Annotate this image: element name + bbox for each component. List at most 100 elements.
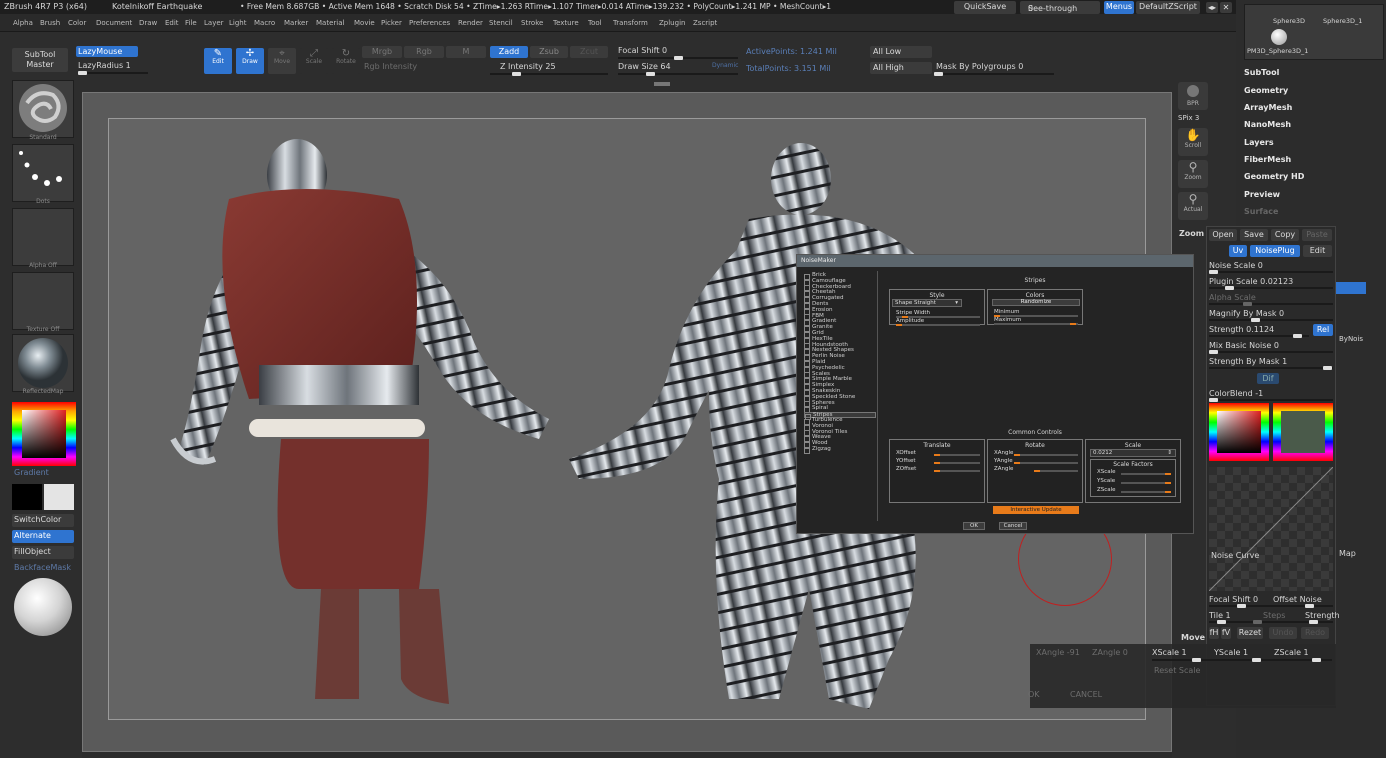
move-mode-button[interactable]: ⌖ Move [268,48,296,74]
redo-button[interactable]: Redo [1301,627,1329,639]
subtool-master-button[interactable]: SubTool Master [12,48,68,72]
menu-transform[interactable]: Transform [613,19,648,27]
offset-noise-slider[interactable]: Offset Noise [1273,595,1322,604]
menu-stroke[interactable]: Stroke [521,19,543,27]
uv-button[interactable]: Uv [1229,245,1247,257]
zoffset-slider[interactable] [934,470,980,472]
mix-basic-noise-track[interactable] [1209,350,1333,354]
lazyradius-slider[interactable]: LazyRadius 1 [78,61,131,70]
copy-button[interactable]: Copy [1271,229,1299,241]
menu-color[interactable]: Color [68,19,86,27]
curve-focal-shift-slider[interactable]: Focal Shift 0 [1209,595,1258,604]
preview-section[interactable]: Preview [1244,190,1280,199]
xangle-slider[interactable]: XAngle -91 [1036,648,1080,657]
menu-brush[interactable]: Brush [40,19,60,27]
bottom-cancel-button[interactable]: CANCEL [1070,690,1102,699]
xscale-slider[interactable] [1121,473,1171,475]
menu-zscript[interactable]: Zscript [693,19,717,27]
noiseplug-button[interactable]: NoisePlug [1250,245,1300,257]
noise-color-square[interactable] [1217,411,1261,453]
switchcolor-button[interactable]: SwitchColor [12,514,74,527]
yscale-slider[interactable]: YScale 1 [1214,648,1248,657]
draw-size-slider[interactable]: Draw Size 64 [618,62,671,71]
randomize-button[interactable]: Randomize [992,299,1080,306]
menu-movie[interactable]: Movie [354,19,375,27]
alternate-button[interactable]: Alternate [12,530,74,543]
menu-alpha[interactable]: Alpha [13,19,33,27]
spix-slider[interactable]: SPix 3 [1178,114,1199,122]
secondary-color-swatch[interactable] [44,484,74,510]
alpha-thumbnail[interactable] [12,208,74,266]
menu-stencil[interactable]: Stencil [489,19,513,27]
colorblend-track[interactable] [1209,398,1333,402]
zcut-button[interactable]: Zcut [570,46,608,58]
draw-size-track[interactable] [618,72,738,76]
lazyradius-track[interactable] [78,71,148,75]
magnify-by-mask-track[interactable] [1209,318,1333,322]
color-square[interactable] [22,410,66,458]
style-dropdown[interactable]: Shape Straight ▾ [892,299,962,307]
alpha-scale-track[interactable] [1209,302,1333,306]
open-button[interactable]: Open [1209,229,1237,241]
ok-button[interactable]: OK [963,522,985,530]
yoffset-slider[interactable] [934,462,980,464]
texture-thumbnail[interactable] [12,272,74,330]
rel-button[interactable]: Rel [1313,324,1333,336]
curve-strength-slider[interactable]: Strength [1305,611,1340,620]
flip-v-button[interactable]: fV [1221,627,1231,639]
tile-track[interactable] [1209,620,1333,624]
nanomesh-section[interactable]: NanoMesh [1244,120,1291,129]
strength-track[interactable] [1209,334,1309,338]
menu-material[interactable]: Material [316,19,344,27]
zsub-button[interactable]: Zsub [530,46,568,58]
geometry-hd-section[interactable]: Geometry HD [1244,172,1304,181]
pm3d-thumb-label[interactable]: PM3D_Sphere3D_1 [1247,47,1308,55]
sphere3d-thumb-label[interactable]: Sphere3D [1273,17,1305,25]
color-picker[interactable] [12,402,76,466]
menu-tool[interactable]: Tool [588,19,602,27]
curve-focal-track[interactable] [1209,604,1333,608]
backfacemask-label[interactable]: BackfaceMask [14,563,71,572]
zoom-button[interactable]: ⚲ Zoom [1178,160,1208,188]
scroll-button[interactable]: ✋ Scroll [1178,128,1208,156]
noise-color2-hue[interactable] [1273,403,1333,461]
menus-button[interactable]: Menus [1104,1,1134,14]
menu-light[interactable]: Light [229,19,246,27]
z-intensity-track[interactable] [490,72,608,76]
xoffset-slider[interactable] [934,454,980,456]
interactive-update-button[interactable]: Interactive Update [993,506,1079,514]
all-low-button[interactable]: All Low [870,46,932,58]
sphere3d-1-thumb-label[interactable]: Sphere3D_1 [1323,17,1362,25]
flip-h-button[interactable]: fH [1209,627,1219,639]
scale-mode-button[interactable]: ⤢ Scale [300,48,328,74]
menu-preferences[interactable]: Preferences [409,19,450,27]
strength-slider[interactable]: Strength 0.1124 [1209,325,1274,334]
mask-by-polygroups-slider[interactable]: Mask By Polygroups 0 [936,62,1023,71]
zscale-slider[interactable] [1121,491,1171,493]
colorblend-slider[interactable]: ColorBlend -1 [1209,389,1263,398]
bpr-button[interactable]: BPR [1178,82,1208,110]
arraymesh-section[interactable]: ArrayMesh [1244,103,1292,112]
magnify-by-mask-slider[interactable]: Magnify By Mask 0 [1209,309,1284,318]
main-color-swatch[interactable] [12,484,42,510]
edit-mode-button[interactable]: ✎ Edit [204,48,232,74]
noise-scale-track[interactable] [1209,270,1333,274]
subtool-section[interactable]: SubTool [1244,68,1279,77]
undo-button[interactable]: Undo [1269,627,1297,639]
surface-section[interactable]: Surface [1244,207,1278,216]
tray-blue-button[interactable] [1336,282,1366,294]
reset-scale-button[interactable]: Reset Scale [1154,666,1200,675]
all-high-button[interactable]: All High [870,62,932,74]
zoom-label[interactable]: Zoom [1179,229,1204,238]
scale-input[interactable]: 0.0212 ⇕ [1090,449,1176,457]
amplitude-slider[interactable] [896,324,980,326]
lazymouse-button[interactable]: LazyMouse [76,46,138,57]
plugin-scale-slider[interactable]: Plugin Scale 0.02123 [1209,277,1293,286]
maximum-slider[interactable] [994,323,1078,325]
plugin-scale-track[interactable] [1209,286,1333,290]
xscale-slider[interactable]: XScale 1 [1152,648,1187,657]
noise-color-hue[interactable] [1209,403,1269,461]
layers-section[interactable]: Layers [1244,138,1274,147]
bottom-ok-button[interactable]: OK [1028,690,1040,699]
mix-basic-noise-slider[interactable]: Mix Basic Noise 0 [1209,341,1279,350]
